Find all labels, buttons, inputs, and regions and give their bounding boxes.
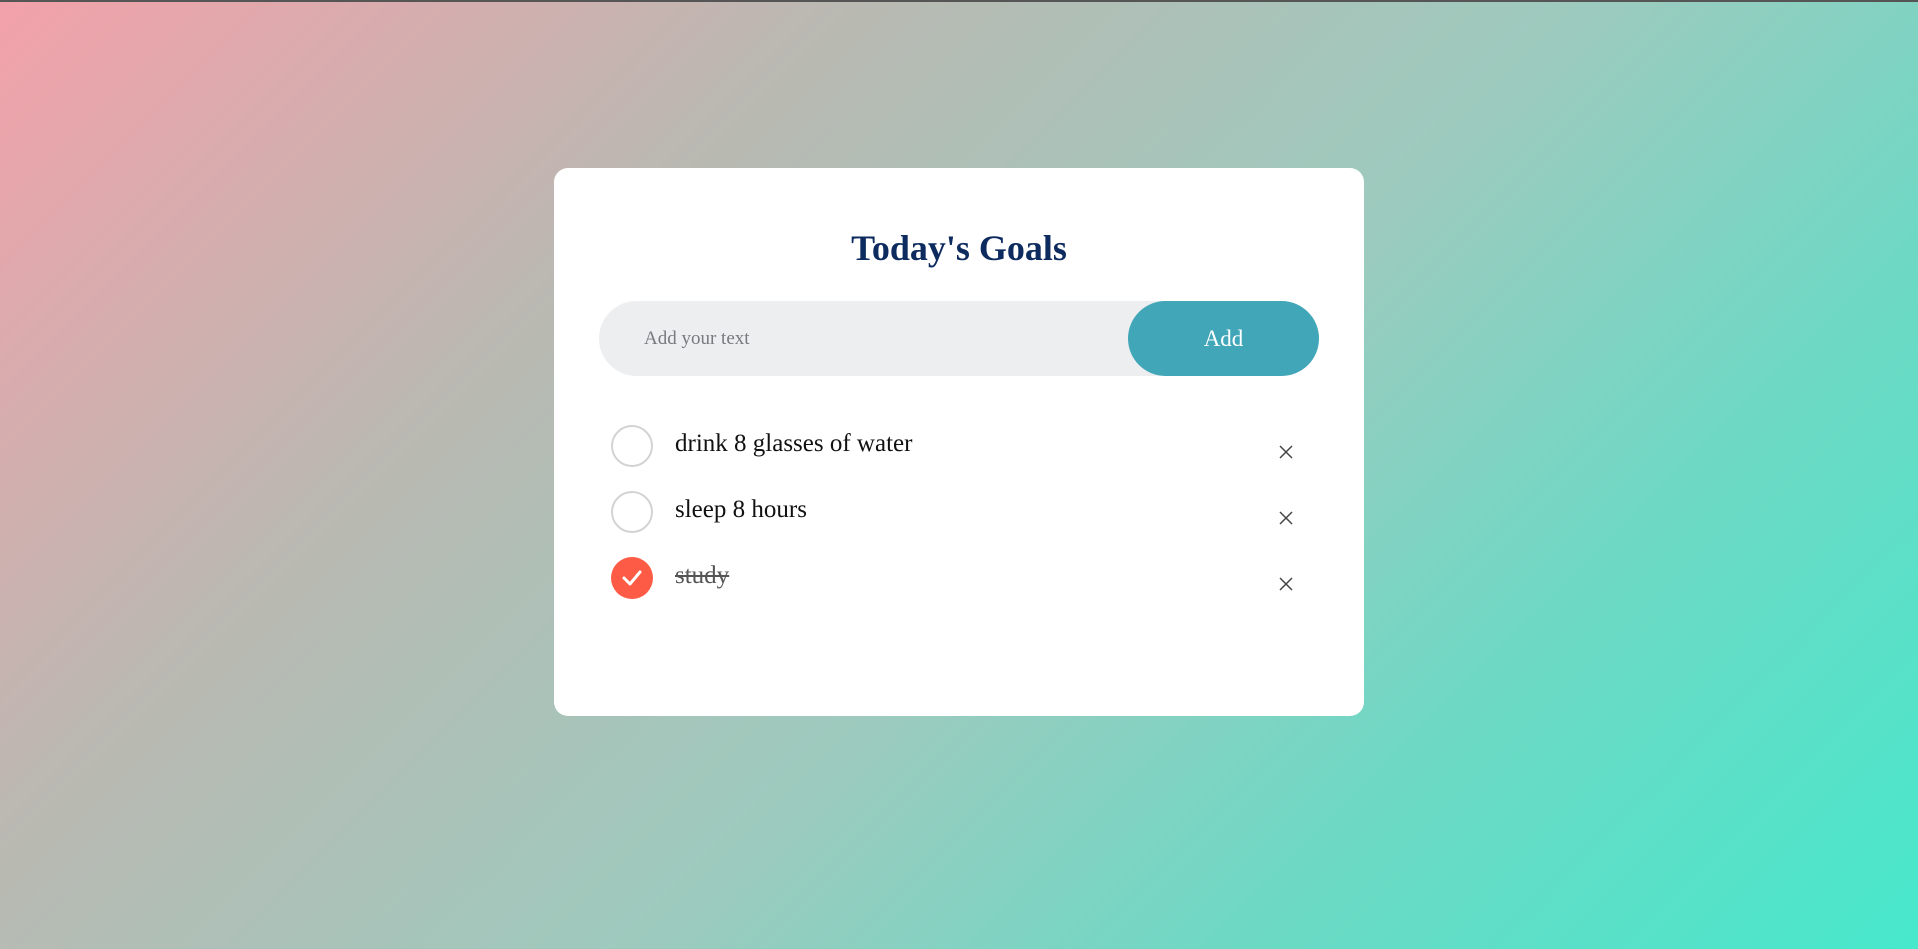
list-item[interactable]: drink 8 glasses of water: [611, 425, 1311, 469]
task-checkbox[interactable]: [611, 491, 653, 533]
add-button[interactable]: Add: [1128, 301, 1319, 376]
task-checkbox[interactable]: [611, 425, 653, 467]
task-checkbox-checked[interactable]: [611, 557, 653, 599]
close-icon[interactable]: [1277, 509, 1295, 527]
goals-card: Today's Goals Add drink 8 glasses of wat…: [554, 168, 1364, 716]
check-icon: [622, 570, 642, 586]
task-input[interactable]: [599, 301, 1159, 376]
close-icon[interactable]: [1277, 443, 1295, 461]
task-label: sleep 8 hours: [675, 496, 807, 523]
add-task-bar: Add: [599, 301, 1319, 376]
task-label: drink 8 glasses of water: [675, 430, 913, 457]
task-label: study: [675, 562, 730, 589]
list-item[interactable]: sleep 8 hours: [611, 491, 1311, 535]
list-item[interactable]: study: [611, 557, 1311, 601]
close-icon[interactable]: [1277, 575, 1295, 593]
page-title: Today's Goals: [851, 228, 1067, 268]
